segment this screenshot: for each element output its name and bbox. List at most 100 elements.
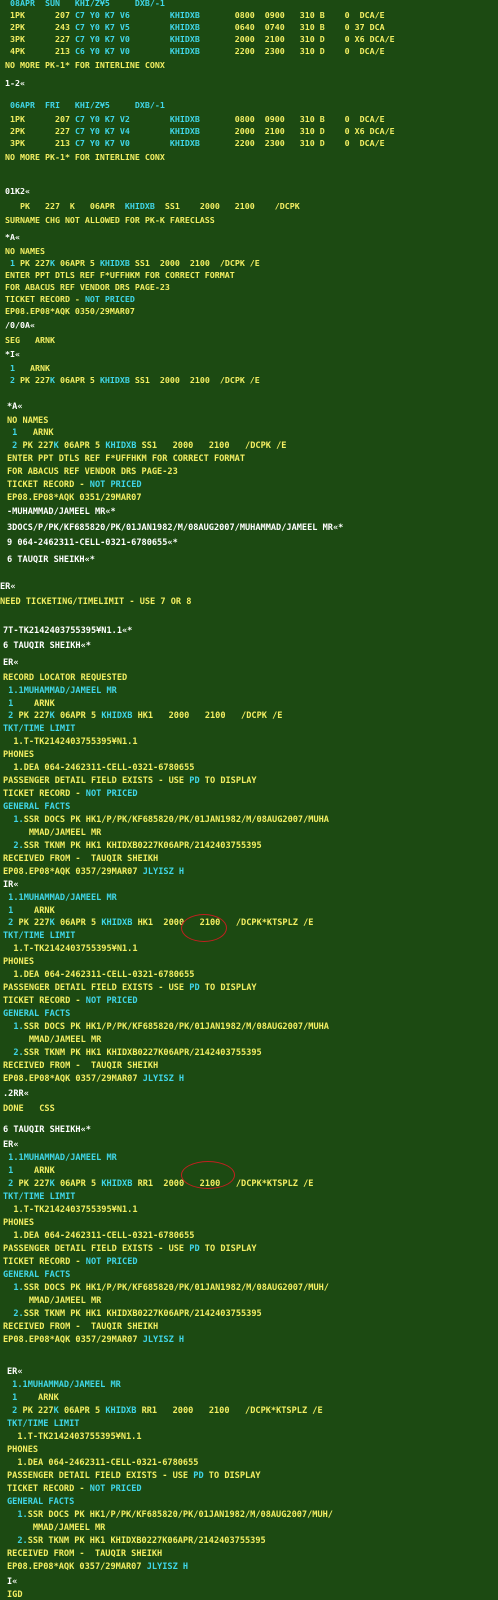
terminal-text: -MUHAMMAD/JAMEEL MR«* <box>7 507 116 517</box>
terminal-line: 1 PK 227K 06APR 5 KHIDXB SS1 2000 2100 /… <box>5 257 260 269</box>
terminal-text: TKT/TIME LIMIT <box>3 724 76 734</box>
terminal-line: 08APR SUN KHI/Z¥5 DXB/-1 <box>10 0 165 9</box>
terminal-text: JLYISZ H <box>146 1562 189 1572</box>
terminal-text: 7T-TK2142403755395¥N1.1«* <box>3 626 133 636</box>
terminal-line: 1.DEA 064-2462311-CELL-0321-6780655 <box>3 969 194 981</box>
terminal-text: TO DISPLAY <box>199 776 257 786</box>
terminal-text: MMAD/JAMEEL MR <box>3 828 102 838</box>
terminal-line: 1.T-TK2142403755395¥N1.1 <box>3 736 137 748</box>
terminal-line: 1 ARNK <box>7 1392 59 1404</box>
terminal-line: 1.DEA 064-2462311-CELL-0321-6780655 <box>7 1457 198 1469</box>
terminal-text: 2 <box>3 711 14 721</box>
terminal-text: EP08.EP08*AQK 0357/29MAR07 <box>7 1562 147 1572</box>
terminal-line: 1.SSR DOCS PK HK1/P/PK/KF685820/PK/01JAN… <box>3 814 329 826</box>
terminal-text: JLYISZ H <box>142 1074 185 1084</box>
terminal-text: 1.DEA 064-2462311-CELL-0321-6780655 <box>3 970 195 980</box>
terminal-line: 1.SSR DOCS PK HK1/P/PK/KF685820/PK/01JAN… <box>3 1282 329 1294</box>
terminal-line: *A« <box>5 231 20 243</box>
terminal-text: 1PK 207 <box>10 114 75 124</box>
terminal-line: RECEIVED FROM - TAUQIR SHEIKH <box>7 1548 162 1560</box>
terminal-line: GENERAL FACTS <box>7 1496 74 1508</box>
terminal-text: SS1 2000 2100 /DCPK /E <box>129 258 260 268</box>
terminal-text: IGD <box>7 1590 23 1600</box>
terminal-line: PASSENGER DETAIL FIELD EXISTS - USE PD T… <box>3 982 257 994</box>
terminal-line: 06APR FRI KHI/Z¥5 DXB/-1 <box>10 99 165 111</box>
terminal-text: GENERAL FACTS <box>3 1009 71 1019</box>
terminal-text: GENERAL FACTS <box>3 1270 71 1280</box>
terminal-line: 1 ARNK <box>3 698 55 710</box>
terminal-text: ARNK <box>15 363 50 373</box>
terminal-text: KHIDXB <box>105 1406 137 1416</box>
terminal-text: ARNK <box>13 1166 55 1176</box>
terminal-screen[interactable]: 08APR SUN KHI/Z¥5 DXB/-1 1PK 207 C7 Y0 K7… <box>0 0 498 1600</box>
terminal-line: 2 PK 227K 06APR 5 KHIDXB SS1 2000 2100 /… <box>7 440 286 452</box>
terminal-text: 01K2« <box>5 186 30 196</box>
terminal-text: ER« <box>7 1367 23 1377</box>
terminal-line: 2 PK 227K 06APR 5 KHIDXB RR1 2000 2100 /… <box>3 1178 313 1190</box>
terminal-line: DONE CSS <box>3 1103 55 1115</box>
terminal-text: 1.1MUHAMMAD/JAMEEL MR <box>7 1380 121 1390</box>
terminal-text: I« <box>7 1577 18 1587</box>
terminal-line: 2 PK 227K 06APR 5 KHIDXB SS1 2000 2100 /… <box>5 374 260 386</box>
terminal-text: TO DISPLAY <box>203 1471 261 1481</box>
terminal-line: 1.DEA 064-2462311-CELL-0321-6780655 <box>3 1230 194 1242</box>
terminal-text: 1.1MUHAMMAD/JAMEEL MR <box>3 893 117 903</box>
terminal-text: NOT PRICED <box>85 789 138 799</box>
terminal-text: SSR TKNM PK HK1 KHIDXB0227K06APR/2142403… <box>23 1048 262 1058</box>
terminal-text: C7 Y0 K7 V0 KHIDXB <box>74 34 200 44</box>
terminal-text: 6 TAUQIR SHEIKH«* <box>3 1125 91 1135</box>
terminal-text: KHIDXB <box>105 441 137 451</box>
terminal-text: ENTER PPT DTLS REF F*UFFHKM FOR CORRECT … <box>5 270 235 280</box>
terminal-text: ER« <box>3 1140 19 1150</box>
terminal-text: C7 Y0 K7 V2 KHIDXB <box>74 114 200 124</box>
terminal-text: SSR DOCS PK HK1/P/PK/KF685820/PK/01JAN19… <box>23 1283 329 1293</box>
terminal-text: 1-2« <box>5 78 25 88</box>
terminal-line: 6 TAUQIR SHEIKH«* <box>3 640 91 652</box>
terminal-text: PASSENGER DETAIL FIELD EXISTS - USE <box>7 1471 194 1481</box>
terminal-text: PD <box>189 983 200 993</box>
terminal-line: ER« <box>3 657 19 669</box>
terminal-line: 1-2« <box>5 77 25 89</box>
terminal-text: 2. <box>3 1309 24 1319</box>
terminal-line: TICKET RECORD - NOT PRICED <box>3 995 138 1007</box>
terminal-text: 06APR 5 <box>58 1406 106 1416</box>
terminal-text: SS1 2000 2100 /DCPK /E <box>136 441 287 451</box>
terminal-text: PASSENGER DETAIL FIELD EXISTS - USE <box>3 983 190 993</box>
terminal-text: EP08.EP08*AQK 0357/29MAR07 <box>3 1335 143 1345</box>
terminal-line: EP08.EP08*AQK 0357/29MAR07 JLYISZ H <box>7 1561 188 1573</box>
terminal-line: 2.SSR TKNM PK HK1 KHIDXB0227K06APR/21424… <box>3 1308 261 1320</box>
terminal-text: 3DOCS/P/PK/KF685820/PK/01JAN1982/M/08AUG… <box>7 523 344 533</box>
terminal-text: SSR DOCS PK HK1/P/PK/KF685820/PK/01JAN19… <box>23 815 329 825</box>
terminal-line: EP08.EP08*AQK 0350/29MAR07 <box>5 305 135 317</box>
terminal-text: 1. <box>3 815 24 825</box>
terminal-text: GENERAL FACTS <box>7 1497 75 1507</box>
terminal-line: 2PK 227 C7 Y0 K7 V4 KHIDXB 2000 2100 310… <box>10 125 395 137</box>
terminal-text: SSR DOCS PK HK1/P/PK/KF685820/PK/01JAN19… <box>27 1510 333 1520</box>
terminal-line: ENTER PPT DTLS REF F*UFFHKM FOR CORRECT … <box>5 269 235 281</box>
terminal-line: *I« <box>5 348 20 360</box>
terminal-line: 9 064-2462311-CELL-0321-6780655«* <box>7 537 178 549</box>
terminal-text: ER« <box>3 658 19 668</box>
terminal-line: GENERAL FACTS <box>3 1269 70 1281</box>
terminal-text: PK 227 <box>13 1179 50 1189</box>
terminal-text: 2PK 227 <box>10 126 75 136</box>
terminal-text: KHIDXB <box>101 711 133 721</box>
terminal-text: ARNK <box>17 1393 59 1403</box>
terminal-text: SSR TKNM PK HK1 KHIDXB0227K06APR/2142403… <box>27 1536 266 1546</box>
terminal-line: SURNAME CHG NOT ALLOWED FOR PK-K FARECLA… <box>5 214 215 226</box>
terminal-text: 1.1MUHAMMAD/JAMEEL MR <box>3 686 117 696</box>
terminal-text: FOR ABACUS REF VENDOR DRS PAGE-23 <box>7 467 178 477</box>
terminal-text: 1. <box>3 1022 24 1032</box>
terminal-line: 1.DEA 064-2462311-CELL-0321-6780655 <box>3 762 194 774</box>
terminal-line: .2RR« <box>3 1088 29 1100</box>
terminal-line: NEED TICKETING/TIMELIMIT - USE 7 OR 8 <box>0 596 191 608</box>
terminal-text: 1 <box>3 906 14 916</box>
terminal-line: TICKET RECORD - NOT PRICED <box>7 479 142 491</box>
terminal-text: TKT/TIME LIMIT <box>3 931 76 941</box>
terminal-line: NO MORE PK-1* FOR INTERLINE CONX <box>5 59 165 71</box>
terminal-line: MMAD/JAMEEL MR <box>3 1034 101 1046</box>
terminal-line: 2 PK 227K 06APR 5 KHIDXB HK1 2000 2100 /… <box>3 917 313 929</box>
terminal-text: C7 Y0 K7 V6 KHIDXB <box>74 10 200 20</box>
terminal-line: 2 PK 227K 06APR 5 KHIDXB RR1 2000 2100 /… <box>7 1405 322 1417</box>
terminal-line: -MUHAMMAD/JAMEEL MR«* <box>7 506 116 518</box>
